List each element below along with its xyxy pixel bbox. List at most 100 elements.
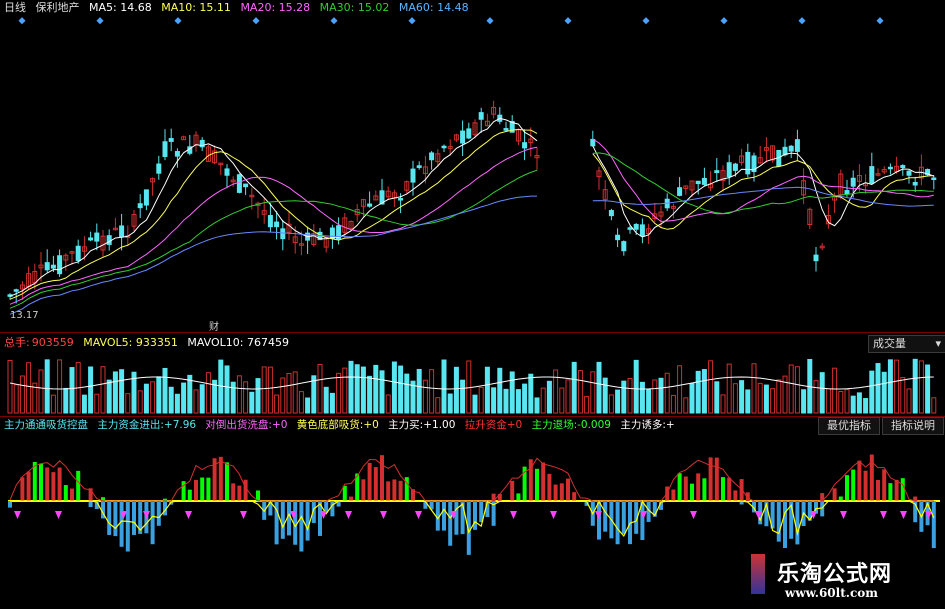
volume-bar xyxy=(249,391,255,414)
inflow-bar xyxy=(733,490,738,501)
candle-body xyxy=(441,145,447,149)
inflow-bar xyxy=(206,477,211,501)
candle-body xyxy=(168,138,174,142)
candle-body xyxy=(75,245,81,261)
volume-bar xyxy=(540,387,546,414)
volume-bar xyxy=(441,359,447,414)
volume-bar xyxy=(670,394,676,414)
ma30-line xyxy=(9,152,934,309)
candle-body xyxy=(701,177,707,185)
low-price-label: 13.17 xyxy=(10,310,39,321)
volume-bar xyxy=(869,370,875,414)
buy-signal-triangle-icon xyxy=(880,511,887,519)
volume-bar xyxy=(546,380,552,414)
volume-bar xyxy=(522,383,528,414)
volume-bar xyxy=(274,394,280,414)
buy-signal-triangle-icon xyxy=(14,511,21,519)
inflow-bar xyxy=(572,492,577,501)
signal-diamond-icon xyxy=(720,17,728,25)
inflow-bar xyxy=(553,484,558,501)
inflow-bar xyxy=(714,457,719,501)
volume-bar xyxy=(348,360,354,414)
signal-diamond-icon xyxy=(642,17,650,25)
volume-bar xyxy=(683,397,689,414)
volume-bar xyxy=(602,377,608,414)
volume-bar xyxy=(298,391,304,414)
candle-body xyxy=(410,168,416,183)
volume-bar xyxy=(422,379,428,414)
inflow-bar xyxy=(194,479,198,501)
inflow-bar xyxy=(349,496,353,501)
buy-value: +1.00 xyxy=(423,419,456,431)
candle-body xyxy=(621,241,627,252)
lure-value: + xyxy=(665,419,675,431)
volume-bar xyxy=(143,383,149,414)
volume-bar xyxy=(94,393,100,414)
volume-bar xyxy=(881,371,887,414)
volume-bar xyxy=(553,369,559,414)
volume-bar xyxy=(875,363,881,414)
candle-body xyxy=(714,170,720,173)
volume-bar xyxy=(819,372,825,414)
inflow-bar xyxy=(51,472,56,501)
inflow-bar xyxy=(683,476,688,501)
volume-bar xyxy=(429,369,435,414)
outflow-bar xyxy=(150,501,155,545)
candle-body xyxy=(522,142,528,149)
signal-diamond-icon xyxy=(564,17,572,25)
volume-bar xyxy=(317,364,323,414)
volume-bar xyxy=(174,393,180,414)
candle-body xyxy=(224,168,230,176)
yellow-value: +0 xyxy=(363,419,379,431)
candle-body xyxy=(478,112,484,120)
volume-bar xyxy=(286,373,292,414)
volume-bar xyxy=(360,366,366,414)
volume-chart[interactable] xyxy=(0,345,945,415)
volume-bar xyxy=(342,367,348,414)
candle-body xyxy=(627,227,633,230)
outflow-bar xyxy=(330,501,335,517)
volume-bar xyxy=(323,386,329,414)
volume-bar xyxy=(404,373,410,414)
signal-diamond-icon xyxy=(18,17,26,25)
inflow-bar xyxy=(863,470,868,501)
volume-bar xyxy=(354,364,360,414)
volume-bar xyxy=(658,377,664,414)
outflow-bar xyxy=(615,501,620,545)
inflow-bar xyxy=(386,481,391,501)
bottom-accumulation-line xyxy=(10,500,935,538)
volume-bar xyxy=(261,366,267,414)
capital-line xyxy=(9,457,934,502)
volume-bar xyxy=(900,377,906,414)
signal-diamond-icon xyxy=(798,17,806,25)
inflow-bar xyxy=(876,479,880,501)
volume-bar xyxy=(199,384,205,414)
event-marker[interactable]: 财 xyxy=(209,318,219,333)
volume-bar xyxy=(633,359,639,414)
inflow-bar xyxy=(243,479,248,501)
volume-bar xyxy=(639,381,645,414)
volume-bar xyxy=(280,377,286,414)
volume-bar xyxy=(528,373,534,414)
volume-bar xyxy=(305,397,311,414)
volume-bar xyxy=(509,371,515,414)
volume-bar xyxy=(453,366,459,414)
volume-bar xyxy=(571,361,577,414)
volume-bar xyxy=(763,384,769,414)
candle-body xyxy=(243,183,249,188)
volume-bar xyxy=(205,372,211,414)
outflow-bar xyxy=(454,501,459,535)
inflow-bar xyxy=(57,467,62,501)
outflow-bar xyxy=(119,501,124,547)
volume-bar xyxy=(38,369,44,414)
candle-body xyxy=(162,141,168,157)
candlestick-chart[interactable] xyxy=(0,0,945,330)
inflow-bar xyxy=(218,456,223,501)
inflow-bar xyxy=(237,485,242,501)
volume-bar xyxy=(863,398,869,414)
candle-body xyxy=(677,187,683,196)
volume-bar xyxy=(584,396,590,414)
volume-bar xyxy=(844,389,850,414)
volume-bar xyxy=(243,381,249,414)
volume-bar xyxy=(621,380,627,414)
